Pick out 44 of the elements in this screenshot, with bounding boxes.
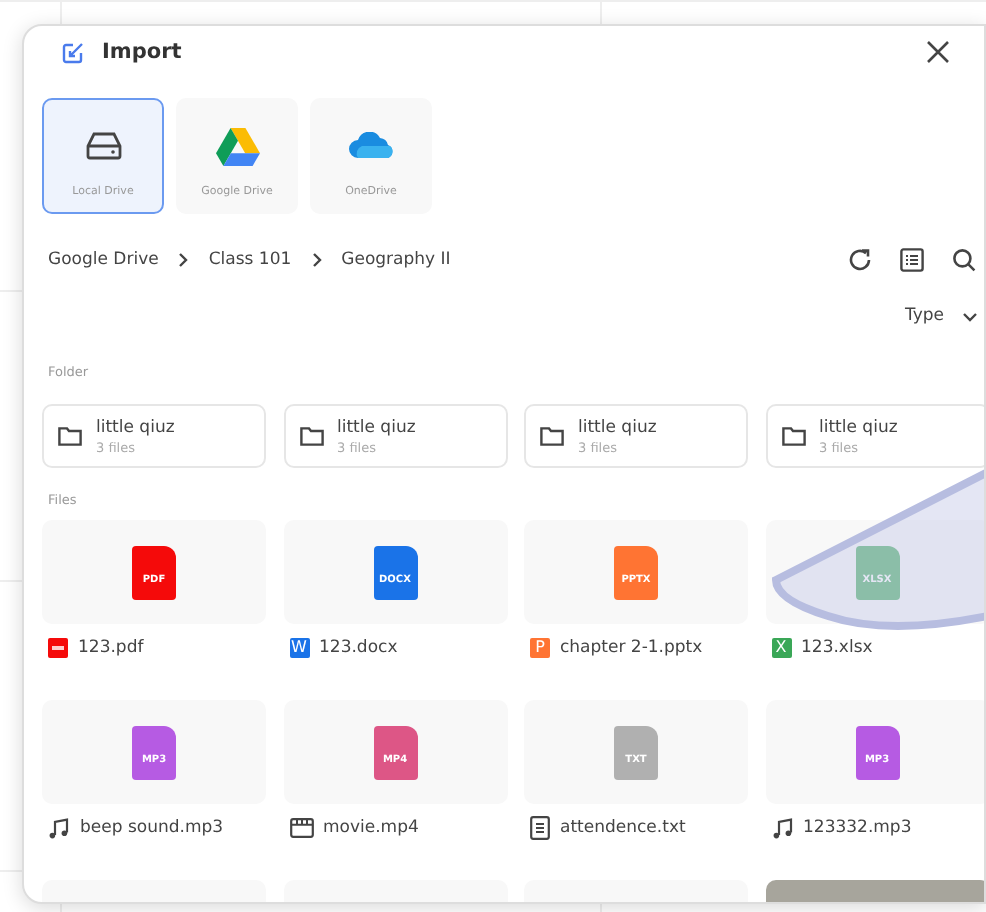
folder-name: little qiuz: [578, 417, 657, 437]
file-name[interactable]: chapter 2-1.pptx: [560, 638, 703, 658]
film-icon: [289, 818, 313, 838]
document-icon: [530, 816, 550, 840]
hard-drive-icon: [85, 132, 121, 160]
search-button[interactable]: [952, 248, 976, 272]
file-name[interactable]: 123.pdf: [78, 638, 144, 658]
word-icon: W: [289, 638, 309, 658]
file-name[interactable]: attendence.txt: [560, 818, 686, 838]
import-edit-icon: [62, 41, 84, 63]
file-name[interactable]: 123332.mp3: [803, 818, 912, 838]
refresh-icon: [848, 248, 872, 272]
folder-icon: [781, 426, 805, 446]
file-name[interactable]: movie.mp4: [323, 818, 419, 838]
folder-icon: [299, 426, 323, 446]
cloud-logo-icon: [347, 132, 395, 160]
dialog-title: Import: [102, 40, 182, 64]
breadcrumb-link[interactable]: Geography II: [341, 250, 451, 270]
music-note-icon: [48, 817, 70, 839]
chevron-right-icon: [178, 252, 189, 268]
folder-name: little qiuz: [337, 417, 416, 437]
folder-icon: [540, 426, 564, 446]
refresh-button[interactable]: [848, 248, 872, 272]
excel-icon: X: [771, 638, 791, 658]
sort-dropdown[interactable]: Type: [904, 306, 978, 326]
breadcrumb-link[interactable]: Class 101: [208, 250, 292, 270]
breadcrumb-link[interactable]: Google Drive: [48, 250, 159, 270]
list-icon: [900, 248, 924, 272]
pdf-file-icon: [48, 638, 68, 658]
file-name[interactable]: beep sound.mp3: [80, 818, 224, 838]
file-name[interactable]: 123.docx: [319, 638, 398, 658]
close-icon: [926, 40, 950, 64]
powerpoint-icon: P: [530, 638, 550, 658]
list-view-button[interactable]: [900, 248, 924, 272]
close-button[interactable]: [926, 40, 950, 64]
folder-icon: [58, 426, 82, 446]
folder-name: little qiuz: [819, 417, 898, 437]
search-icon: [952, 248, 976, 272]
file-name[interactable]: 123.xlsx: [801, 638, 873, 658]
chevron-down-icon: [962, 311, 978, 321]
folder-name: little qiuz: [96, 417, 175, 437]
music-note-icon: [771, 817, 793, 839]
chevron-right-icon: [311, 252, 322, 268]
triangle-logo-icon: [215, 127, 259, 165]
